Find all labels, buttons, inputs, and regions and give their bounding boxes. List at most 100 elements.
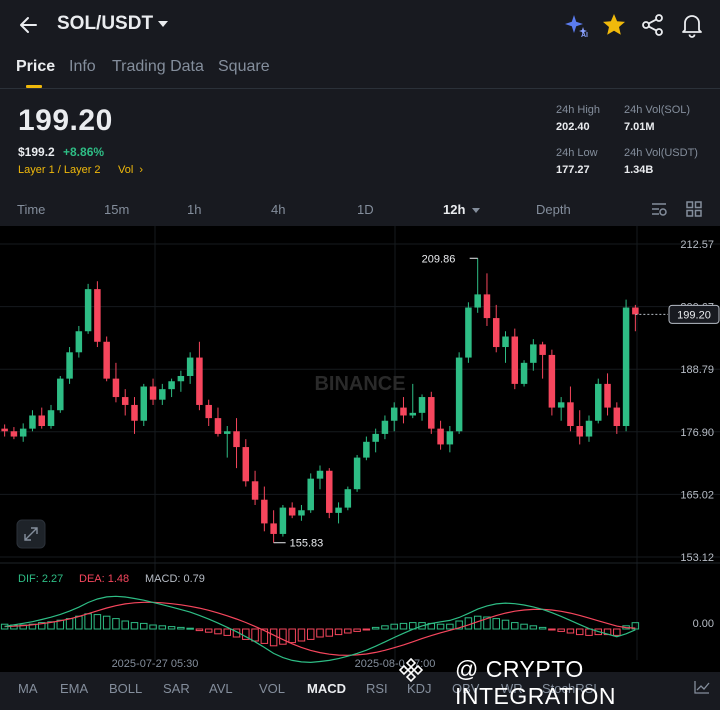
y-tick-label: 176.90	[680, 427, 714, 439]
candle-body	[613, 407, 621, 427]
candle-body	[604, 383, 611, 408]
candle-body	[622, 307, 630, 427]
indicator-boll[interactable]: BOLL	[109, 681, 142, 696]
candle-body	[567, 402, 574, 427]
candle-body	[372, 433, 379, 442]
interval-depth[interactable]: Depth	[536, 202, 571, 217]
low-value: 177.27	[556, 164, 590, 176]
candle-body	[585, 420, 593, 437]
candle-body	[446, 431, 454, 445]
candle-body	[131, 404, 138, 421]
macd-dif-label: DIF: 2.27	[18, 573, 63, 585]
candle-body	[353, 457, 361, 490]
candle-body	[205, 404, 212, 419]
vol-sol-value: 7.01M	[624, 121, 655, 133]
candle-body	[10, 431, 18, 437]
candle-body	[307, 478, 314, 511]
grid-layout-icon[interactable]	[685, 200, 703, 218]
vol-tag[interactable]: Vol ›	[118, 164, 143, 176]
candle-body	[242, 447, 250, 482]
interval-4h[interactable]: 4h	[271, 202, 285, 217]
candle-body	[539, 344, 546, 355]
chevron-down-icon	[472, 208, 481, 214]
macd-bar	[362, 628, 371, 631]
indicator-rsi[interactable]: RSI	[366, 681, 388, 696]
bell-icon[interactable]	[679, 12, 705, 38]
tab-trading-data[interactable]: Trading Data	[112, 58, 204, 76]
tab-square[interactable]: Square	[218, 58, 270, 76]
sector-tag[interactable]: Layer 1 / Layer 2	[18, 164, 101, 176]
candle-body	[57, 378, 64, 411]
y-tick-label: 212.57	[680, 239, 714, 251]
expand-button[interactable]	[16, 519, 46, 549]
candle-body	[47, 410, 55, 427]
interval-12h[interactable]: 12h	[443, 202, 481, 217]
candle-body	[66, 352, 73, 379]
binance-logo-icon	[398, 657, 424, 683]
candle-body	[75, 331, 83, 353]
candle-body	[326, 470, 333, 513]
macd-value-label: MACD: 0.79	[145, 573, 205, 585]
low-label: 24h Low	[556, 147, 598, 159]
annotation-label: 155.83	[290, 538, 324, 550]
vol-sol-label: 24h Vol(SOL)	[624, 104, 691, 116]
candle-body	[483, 294, 491, 319]
interval-1h[interactable]: 1h	[187, 202, 201, 217]
candle-body	[19, 428, 27, 437]
annotation-label: 209.86	[422, 253, 456, 265]
usd-price: $199.2	[18, 145, 55, 159]
candle-body	[502, 336, 509, 348]
candle-body	[576, 426, 583, 437]
indicator-ema[interactable]: EMA	[60, 681, 88, 696]
chevron-down-icon[interactable]	[158, 21, 168, 27]
candle-body	[159, 389, 166, 400]
candle-body	[1, 428, 8, 432]
indicator-ma[interactable]: MA	[18, 681, 38, 696]
vol-tag-label: Vol	[118, 164, 134, 176]
indicator-macd[interactable]: MACD	[307, 681, 346, 696]
high-label: 24h High	[556, 104, 601, 116]
indicator-kdj[interactable]: KDJ	[407, 681, 432, 696]
share-icon[interactable]	[640, 12, 666, 38]
macd-bar	[186, 627, 194, 630]
ai-sparkle-icon[interactable]: AI	[564, 12, 590, 38]
back-arrow-icon[interactable]	[16, 11, 44, 39]
x-label-1: 2025-07-27 05:30	[112, 658, 199, 670]
candle-body	[177, 375, 185, 382]
interval-15m[interactable]: 15m	[104, 202, 129, 217]
tab-info[interactable]: Info	[69, 58, 96, 76]
divider	[0, 88, 720, 89]
candle-body	[140, 386, 148, 421]
interval-1d[interactable]: 1D	[357, 202, 374, 217]
candle-body	[103, 341, 110, 379]
tab-price[interactable]: Price	[16, 58, 55, 76]
indicator-avl[interactable]: AVL	[209, 681, 233, 696]
candle-body	[511, 336, 519, 384]
candle-body	[186, 357, 194, 376]
candle-body	[316, 470, 324, 479]
interval-12h-label: 12h	[443, 202, 466, 217]
star-icon[interactable]	[601, 12, 627, 38]
interval-time[interactable]: Time	[17, 202, 45, 217]
candlestick-chart[interactable]: BINANCE 212.57200.67188.79176.90165.0215…	[0, 226, 720, 697]
candle-body	[121, 397, 129, 405]
indicator-sar[interactable]: SAR	[163, 681, 190, 696]
candle-body	[400, 407, 407, 416]
candle-body	[279, 507, 287, 534]
candle-body	[288, 507, 296, 516]
pair-title[interactable]: SOL/USDT	[57, 13, 153, 35]
candle-body	[595, 383, 602, 421]
watermark: BINANCE	[314, 373, 405, 395]
chevron-right-icon: ›	[139, 164, 144, 176]
candle-body	[38, 415, 45, 427]
chart-settings-icon[interactable]	[650, 200, 668, 218]
svg-text:AI: AI	[581, 32, 588, 38]
candle-body	[261, 499, 268, 524]
indicator-vol[interactable]: VOL	[259, 681, 285, 696]
candle-body	[428, 397, 435, 429]
vol-usdt-label: 24h Vol(USDT)	[624, 147, 698, 159]
candle-body	[29, 415, 36, 429]
candle-body	[548, 354, 556, 408]
candle-body	[632, 307, 639, 315]
candle-body	[455, 357, 463, 432]
